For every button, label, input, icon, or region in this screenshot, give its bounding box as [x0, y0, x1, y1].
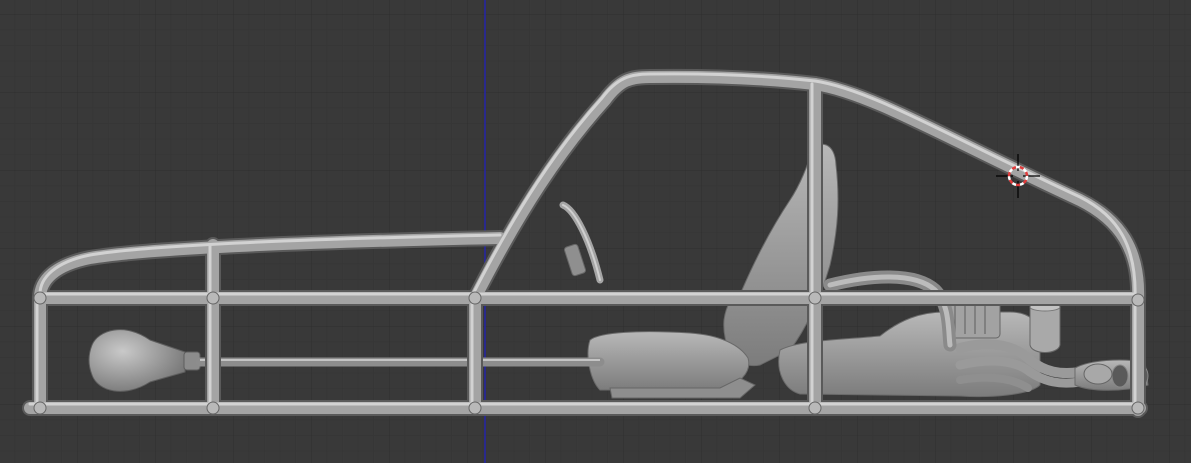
drive-shaft	[195, 357, 605, 367]
viewport-canvas[interactable]	[0, 0, 1191, 463]
3d-viewport[interactable]	[0, 0, 1191, 463]
